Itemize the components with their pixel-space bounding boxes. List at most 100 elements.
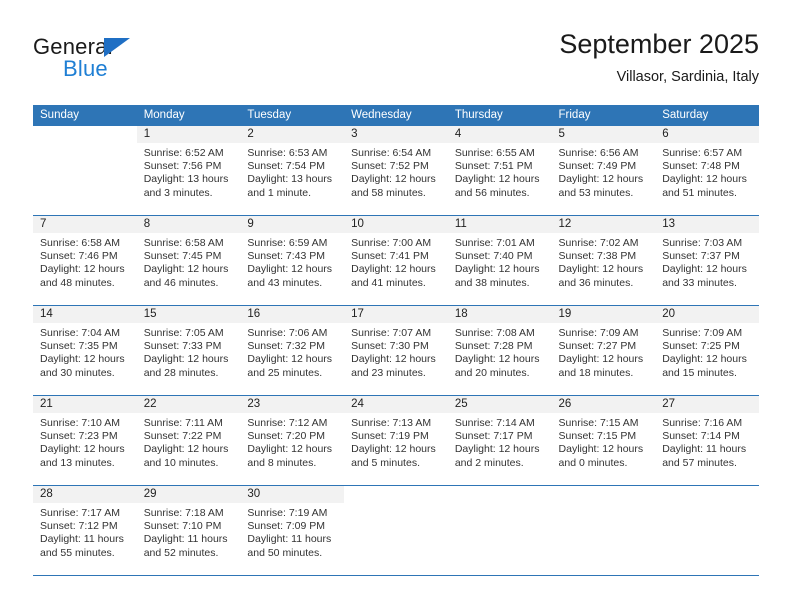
calendar-day-cell[interactable]: 9 Sunrise: 6:59 AM Sunset: 7:43 PM Daylight…: [240, 215, 345, 306]
day-cell-inner: 11 Sunrise: 7:01 AM Sunset: 7:40 PM Dayligh…: [447, 216, 552, 305]
calendar-day-cell[interactable]: 14 Sunrise: 7:04 AM Sunset: 7:35 PM Dayligh…: [33, 305, 137, 396]
day-cell-inner: 3 Sunrise: 6:54 AM Sunset: 7:52 PM Daylight…: [344, 126, 448, 215]
day-detail-sunrise: Sunrise: 6:58 AM: [143, 237, 224, 249]
day-cell-inner: 2 Sunrise: 6:53 AM Sunset: 7:54 PM Daylight…: [240, 126, 345, 215]
day-number: 17: [344, 306, 448, 323]
calendar-day-cell[interactable]: 23 Sunrise: 7:12 AM Sunset: 7:20 PM Dayligh…: [240, 395, 345, 486]
day-cell-inner: 14 Sunrise: 7:04 AM Sunset: 7:35 PM Dayligh…: [33, 306, 137, 395]
calendar-day-cell[interactable]: 4 Sunrise: 6:55 AM Sunset: 7:51 PM Daylight…: [447, 126, 552, 216]
calendar-day-cell[interactable]: 11 Sunrise: 7:01 AM Sunset: 7:40 PM Dayligh…: [447, 215, 552, 306]
day-detail-sunrise: Sunrise: 7:03 AM: [662, 237, 743, 249]
day-cell-inner: 9 Sunrise: 6:59 AM Sunset: 7:43 PM Daylight…: [240, 216, 345, 305]
day-detail-sunrise: Sunrise: 7:10 AM: [40, 417, 120, 429]
day-detail-daylight-line1: Daylight: 12 hours: [143, 353, 229, 366]
generalblue-logo[interactable]: General Blue: [33, 34, 233, 90]
calendar-day-cell[interactable]: 18 Sunrise: 7:08 AM Sunset: 7:28 PM Dayligh…: [447, 305, 552, 396]
weekday-header-thursday: Thursday: [447, 105, 552, 126]
day-detail-sunset: Sunset: 7:37 PM: [662, 250, 740, 263]
day-detail-sunrise: Sunrise: 7:15 AM: [558, 417, 639, 429]
calendar-day-cell[interactable]: 7 Sunrise: 6:58 AM Sunset: 7:46 PM Daylight…: [33, 215, 137, 306]
calendar-day-cell[interactable]: 22 Sunrise: 7:11 AM Sunset: 7:22 PM Dayligh…: [136, 395, 241, 486]
day-detail-sunset: Sunset: 7:46 PM: [40, 250, 118, 263]
day-detail-daylight-line1: Daylight: 11 hours: [40, 533, 124, 546]
day-detail-daylight-line2: and 23 minutes.: [351, 366, 426, 379]
calendar-day-cell[interactable]: 15 Sunrise: 7:05 AM Sunset: 7:33 PM Dayligh…: [136, 305, 241, 396]
day-detail-daylight-line2: and 48 minutes.: [40, 276, 115, 289]
weekday-header-friday: Friday: [551, 105, 656, 126]
calendar-body: 1 Sunrise: 6:52 AM Sunset: 7:56 PM Daylight…: [33, 126, 759, 576]
day-number: 24: [344, 396, 448, 413]
day-detail-daylight-line1: Daylight: 12 hours: [247, 353, 333, 366]
calendar-day-cell[interactable]: 12 Sunrise: 7:02 AM Sunset: 7:38 PM Dayligh…: [551, 215, 656, 306]
day-details: Sunrise: 6:58 AM Sunset: 7:46 PM Daylight:…: [33, 233, 137, 290]
day-details: Sunrise: 7:03 AM Sunset: 7:37 PM Daylight:…: [655, 233, 759, 290]
day-detail-daylight-line1: Daylight: 12 hours: [143, 443, 229, 456]
day-detail-sunrise: Sunrise: 7:19 AM: [247, 507, 328, 519]
calendar-day-cell[interactable]: 26 Sunrise: 7:15 AM Sunset: 7:15 PM Dayligh…: [551, 395, 656, 486]
day-detail-sunset: Sunset: 7:49 PM: [558, 160, 637, 173]
day-detail-daylight-line1: Daylight: 12 hours: [351, 173, 436, 186]
day-cell-inner: 25 Sunrise: 7:14 AM Sunset: 7:17 PM Dayligh…: [447, 396, 552, 485]
day-detail-daylight-line2: and 20 minutes.: [454, 366, 530, 379]
day-details: Sunrise: 7:08 AM Sunset: 7:28 PM Daylight:…: [448, 323, 552, 380]
day-detail-daylight-line1: Daylight: 12 hours: [662, 263, 747, 276]
calendar-day-cell[interactable]: 13 Sunrise: 7:03 AM Sunset: 7:37 PM Dayligh…: [655, 215, 759, 306]
day-cell-inner: 23 Sunrise: 7:12 AM Sunset: 7:20 PM Dayligh…: [240, 396, 345, 485]
calendar-day-cell-empty: [551, 485, 656, 576]
calendar-day-cell[interactable]: 17 Sunrise: 7:07 AM Sunset: 7:30 PM Dayligh…: [344, 305, 448, 396]
calendar-day-cell[interactable]: 29 Sunrise: 7:18 AM Sunset: 7:10 PM Dayligh…: [136, 485, 241, 576]
calendar-day-cell[interactable]: 10 Sunrise: 7:00 AM Sunset: 7:41 PM Dayligh…: [344, 215, 448, 306]
calendar-day-cell[interactable]: 28 Sunrise: 7:17 AM Sunset: 7:12 PM Dayligh…: [33, 485, 137, 576]
calendar-week-row: 28 Sunrise: 7:17 AM Sunset: 7:12 PM Dayligh…: [33, 485, 759, 576]
calendar-day-cell[interactable]: 19 Sunrise: 7:09 AM Sunset: 7:27 PM Dayligh…: [551, 305, 656, 396]
day-details: Sunrise: 6:55 AM Sunset: 7:51 PM Daylight:…: [448, 143, 552, 200]
day-number: 27: [655, 396, 759, 413]
day-cell-inner: 17 Sunrise: 7:07 AM Sunset: 7:30 PM Dayligh…: [344, 306, 448, 395]
calendar-day-cell[interactable]: 2 Sunrise: 6:53 AM Sunset: 7:54 PM Daylight…: [240, 126, 345, 216]
calendar-day-cell[interactable]: 27 Sunrise: 7:16 AM Sunset: 7:14 PM Dayligh…: [655, 395, 759, 486]
calendar-day-cell-empty: [447, 485, 552, 576]
day-number: 3: [344, 126, 448, 143]
day-number: 10: [344, 216, 448, 233]
day-detail-daylight-line2: and 58 minutes.: [351, 186, 426, 199]
day-number: [344, 486, 448, 503]
day-detail-daylight-line1: Daylight: 12 hours: [558, 443, 644, 456]
calendar-day-cell[interactable]: 25 Sunrise: 7:14 AM Sunset: 7:17 PM Dayligh…: [447, 395, 552, 486]
calendar-day-cell[interactable]: 1 Sunrise: 6:52 AM Sunset: 7:56 PM Daylight…: [136, 126, 241, 216]
day-detail-daylight-line1: Daylight: 12 hours: [454, 443, 540, 456]
calendar-day-cell[interactable]: 16 Sunrise: 7:06 AM Sunset: 7:32 PM Dayligh…: [240, 305, 345, 396]
day-detail-sunset: Sunset: 7:32 PM: [247, 340, 326, 353]
day-number: 23: [240, 396, 345, 413]
calendar-day-cell[interactable]: 30 Sunrise: 7:19 AM Sunset: 7:09 PM Dayligh…: [240, 485, 345, 576]
day-detail-sunset: Sunset: 7:10 PM: [143, 520, 222, 533]
day-details: Sunrise: 7:01 AM Sunset: 7:40 PM Daylight:…: [448, 233, 552, 290]
day-cell-inner: 5 Sunrise: 6:56 AM Sunset: 7:49 PM Daylight…: [551, 126, 656, 215]
day-number: 14: [33, 306, 137, 323]
day-number: [33, 126, 137, 143]
day-detail-sunrise: Sunrise: 6:56 AM: [558, 147, 639, 159]
day-number: 13: [655, 216, 759, 233]
calendar-day-cell[interactable]: 21 Sunrise: 7:10 AM Sunset: 7:23 PM Dayligh…: [33, 395, 137, 486]
day-detail-sunset: Sunset: 7:19 PM: [351, 430, 429, 443]
day-detail-daylight-line1: Daylight: 12 hours: [454, 173, 540, 186]
day-cell-inner: [33, 126, 137, 215]
day-detail-sunset: Sunset: 7:22 PM: [143, 430, 222, 443]
day-detail-daylight-line2: and 3 minutes.: [143, 186, 213, 199]
day-number: 19: [551, 306, 656, 323]
calendar-day-cell[interactable]: 3 Sunrise: 6:54 AM Sunset: 7:52 PM Daylight…: [344, 126, 448, 216]
day-detail-daylight-line2: and 13 minutes.: [40, 456, 115, 469]
day-detail-sunrise: Sunrise: 7:18 AM: [143, 507, 224, 519]
calendar-day-cell[interactable]: 5 Sunrise: 6:56 AM Sunset: 7:49 PM Daylight…: [551, 126, 656, 216]
day-detail-sunrise: Sunrise: 7:06 AM: [247, 327, 328, 339]
calendar-day-cell[interactable]: 6 Sunrise: 6:57 AM Sunset: 7:48 PM Daylight…: [655, 126, 759, 216]
day-cell-inner: 30 Sunrise: 7:19 AM Sunset: 7:09 PM Dayligh…: [240, 486, 345, 575]
day-detail-daylight-line1: Daylight: 12 hours: [40, 443, 125, 456]
calendar-day-cell[interactable]: 8 Sunrise: 6:58 AM Sunset: 7:45 PM Daylight…: [136, 215, 241, 306]
day-detail-daylight-line2: and 30 minutes.: [40, 366, 115, 379]
calendar-day-cell[interactable]: 24 Sunrise: 7:13 AM Sunset: 7:19 PM Dayligh…: [344, 395, 448, 486]
day-detail-sunrise: Sunrise: 7:07 AM: [351, 327, 432, 339]
day-detail-daylight-line1: Daylight: 12 hours: [40, 263, 125, 276]
calendar-day-cell[interactable]: 20 Sunrise: 7:09 AM Sunset: 7:25 PM Dayligh…: [655, 305, 759, 396]
day-number: 15: [136, 306, 241, 323]
day-detail-daylight-line2: and 46 minutes.: [143, 276, 219, 289]
